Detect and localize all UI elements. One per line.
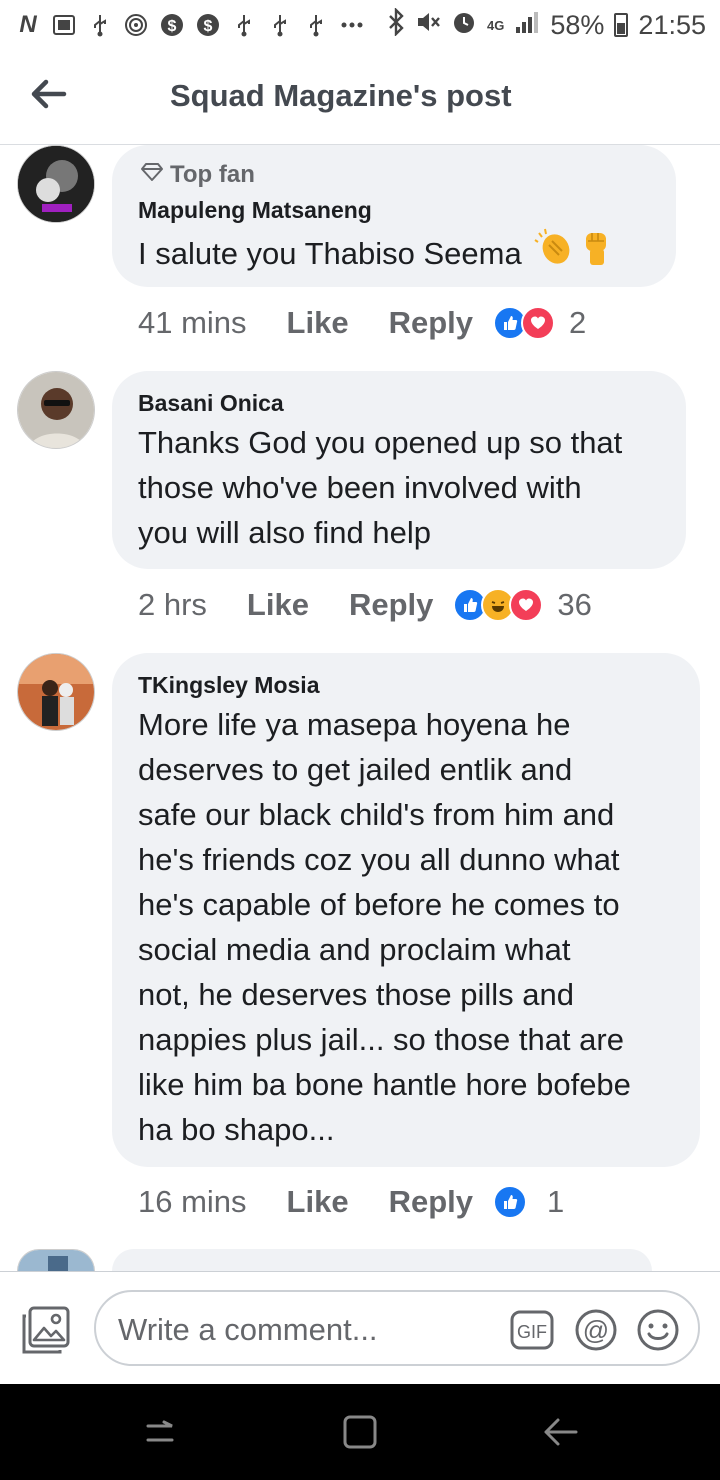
comment-meta: 41 mins Like Reply 2: [138, 303, 586, 343]
comment-bubble[interactable]: Top fan Mapuleng Matsaneng I salute you …: [112, 145, 676, 287]
diamond-icon: [140, 161, 164, 189]
bluetooth-icon: [387, 6, 405, 43]
comment-time[interactable]: 41 mins: [138, 305, 247, 341]
more-dots-icon: [340, 13, 364, 37]
page-title: Squad Magazine's post: [170, 78, 512, 113]
reaction-count: 36: [557, 587, 592, 622]
comment-text-line: not, he deserves those pills and: [138, 977, 574, 1012]
usb-icon: [232, 13, 256, 37]
comment-text: I salute you Thabiso Seema: [138, 227, 614, 279]
comment-text-line: More life ya masepa hoyena he: [138, 707, 571, 742]
mute-icon: [415, 9, 441, 42]
like-button[interactable]: Like: [247, 587, 309, 623]
comment-composer: Write a comment... GIF @: [0, 1271, 720, 1385]
like-reaction-icon: [493, 1185, 527, 1219]
svg-text:@: @: [583, 1315, 609, 1345]
reactions[interactable]: [493, 306, 555, 340]
svg-text:$: $: [204, 18, 213, 35]
comment-bubble[interactable]: Basani Onica Thanks God you opened up so…: [112, 371, 686, 569]
love-reaction-icon: [509, 588, 544, 622]
avatar[interactable]: [17, 1249, 95, 1271]
dollar-icon: $: [160, 13, 184, 37]
comment-time[interactable]: 16 mins: [138, 1184, 247, 1220]
dollar-icon: $: [196, 13, 220, 37]
like-button[interactable]: Like: [287, 305, 349, 341]
clock: 21:55: [638, 9, 706, 40]
comment-text-line: Thanks God you opened up so that: [138, 425, 623, 460]
comment-text-line: you will also find help: [138, 515, 431, 550]
svg-text:$: $: [168, 18, 177, 35]
comment-text-line: he's capable of before he comes to: [138, 887, 620, 922]
usb-icon: [88, 13, 112, 37]
comment-author[interactable]: TKingsley Mosia: [138, 672, 319, 699]
back-icon[interactable]: [540, 1412, 580, 1452]
raised-fist-icon: [578, 227, 614, 279]
reaction-count: 1: [547, 1184, 565, 1219]
avatar[interactable]: [17, 145, 95, 223]
reply-button[interactable]: Reply: [389, 1184, 473, 1220]
comment-meta: 2 hrs Like Reply 36: [138, 585, 592, 625]
comment-input[interactable]: Write a comment... GIF @: [94, 1290, 700, 1366]
status-bar: N $ $ 4G 58% 21:55: [0, 0, 720, 50]
comment-author[interactable]: Mapuleng Matsaneng: [138, 197, 372, 224]
photo-icon[interactable]: [20, 1306, 72, 1356]
system-navigation-bar: [0, 1384, 720, 1480]
usb-icon: [268, 13, 292, 37]
home-icon[interactable]: [340, 1412, 380, 1452]
avatar[interactable]: [17, 371, 95, 449]
top-fan-badge: Top fan: [140, 161, 255, 189]
top-app-bar: Squad Magazine's post: [0, 50, 720, 145]
usb-icon: [304, 13, 328, 37]
badge-label: Top fan: [170, 161, 255, 188]
mention-button[interactable]: @: [574, 1308, 618, 1352]
comment-text-line: social media and proclaim what: [138, 932, 571, 967]
svg-text:GIF: GIF: [517, 1322, 547, 1342]
nfc-icon: [124, 13, 148, 37]
alarm-icon: [451, 9, 477, 42]
n-icon: N: [19, 11, 37, 38]
love-reaction-icon: [521, 306, 555, 340]
reply-button[interactable]: Reply: [349, 587, 433, 623]
recent-apps-icon[interactable]: [140, 1412, 180, 1452]
comment-text-line: those who've been involved with: [138, 470, 582, 505]
avatar[interactable]: [17, 653, 95, 731]
notification-icons: N $ $: [16, 10, 364, 40]
comment-author[interactable]: Basani Onica: [138, 390, 284, 417]
comment-time[interactable]: 2 hrs: [138, 587, 207, 623]
network-type: 4G: [487, 17, 505, 33]
system-icons: 4G 58% 21:55: [387, 6, 706, 43]
comment-bubble[interactable]: [112, 1249, 652, 1271]
comment-bubble[interactable]: TKingsley Mosia More life ya masepa hoye…: [112, 653, 700, 1167]
comment-text-line: nappies plus jail... so those that are: [138, 1022, 624, 1057]
comment-text-line: deserves to get jailed entlik and: [138, 752, 573, 787]
signal-icon: [514, 9, 540, 42]
battery-icon: [614, 13, 629, 37]
comment-meta: 16 mins Like Reply 1: [138, 1182, 564, 1222]
battery-percent: 58%: [550, 9, 605, 40]
back-arrow-icon[interactable]: [28, 74, 68, 114]
reactions[interactable]: [453, 588, 544, 622]
image-box-icon: [52, 13, 76, 37]
comment-text-line: like him ba bone hantle hore bofebe: [138, 1067, 631, 1102]
reaction-count: 2: [569, 305, 587, 340]
clapping-hands-icon: [534, 227, 574, 279]
reactions[interactable]: [493, 1185, 527, 1219]
emoji-button[interactable]: [636, 1308, 680, 1352]
like-button[interactable]: Like: [287, 1184, 349, 1220]
comment-text-line: safe our black child's from him and: [138, 797, 615, 832]
comment-text-line: ha bo shapo...: [138, 1112, 335, 1147]
comment-text-line: he's friends coz you all dunno what: [138, 842, 620, 877]
comment-placeholder: Write a comment...: [118, 1312, 378, 1347]
gif-button[interactable]: GIF: [510, 1308, 554, 1352]
reply-button[interactable]: Reply: [389, 305, 473, 341]
